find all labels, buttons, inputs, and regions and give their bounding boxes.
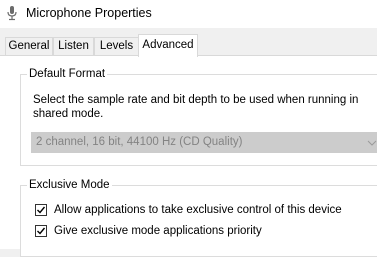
tab-general[interactable]: General xyxy=(5,37,53,55)
checkmark-icon xyxy=(37,227,46,235)
allow-exclusive-control-label: Allow applications to take exclusive con… xyxy=(54,204,342,216)
default-format-selected-value: 2 channel, 16 bit, 44100 Hz (CD Quality) xyxy=(36,136,243,148)
tab-advanced[interactable]: Advanced xyxy=(138,34,198,57)
tab-strip: General Listen Levels Advanced xyxy=(0,28,377,57)
window-title: Microphone Properties xyxy=(26,6,152,20)
exclusive-mode-group: Exclusive Mode Allow applications to tak… xyxy=(20,178,377,257)
checkmark-icon xyxy=(37,206,46,214)
default-format-group: Default Format Select the sample rate an… xyxy=(20,67,377,166)
tab-listen[interactable]: Listen xyxy=(53,37,94,55)
exclusive-priority-checkbox[interactable] xyxy=(35,225,47,237)
exclusive-priority-label: Give exclusive mode applications priorit… xyxy=(54,225,262,237)
title-bar: Microphone Properties xyxy=(0,0,377,28)
default-format-description: Select the sample rate and bit depth to … xyxy=(33,94,359,120)
tab-levels[interactable]: Levels xyxy=(94,37,139,55)
allow-exclusive-control-checkbox[interactable] xyxy=(35,204,47,216)
advanced-tab-panel: Default Format Select the sample rate an… xyxy=(0,55,377,257)
chevron-down-icon xyxy=(367,140,377,146)
default-format-select[interactable]: 2 channel, 16 bit, 44100 Hz (CD Quality) xyxy=(31,132,377,153)
exclusive-mode-group-title: Exclusive Mode xyxy=(27,178,112,192)
microphone-icon xyxy=(7,6,17,21)
default-format-group-title: Default Format xyxy=(27,67,108,81)
